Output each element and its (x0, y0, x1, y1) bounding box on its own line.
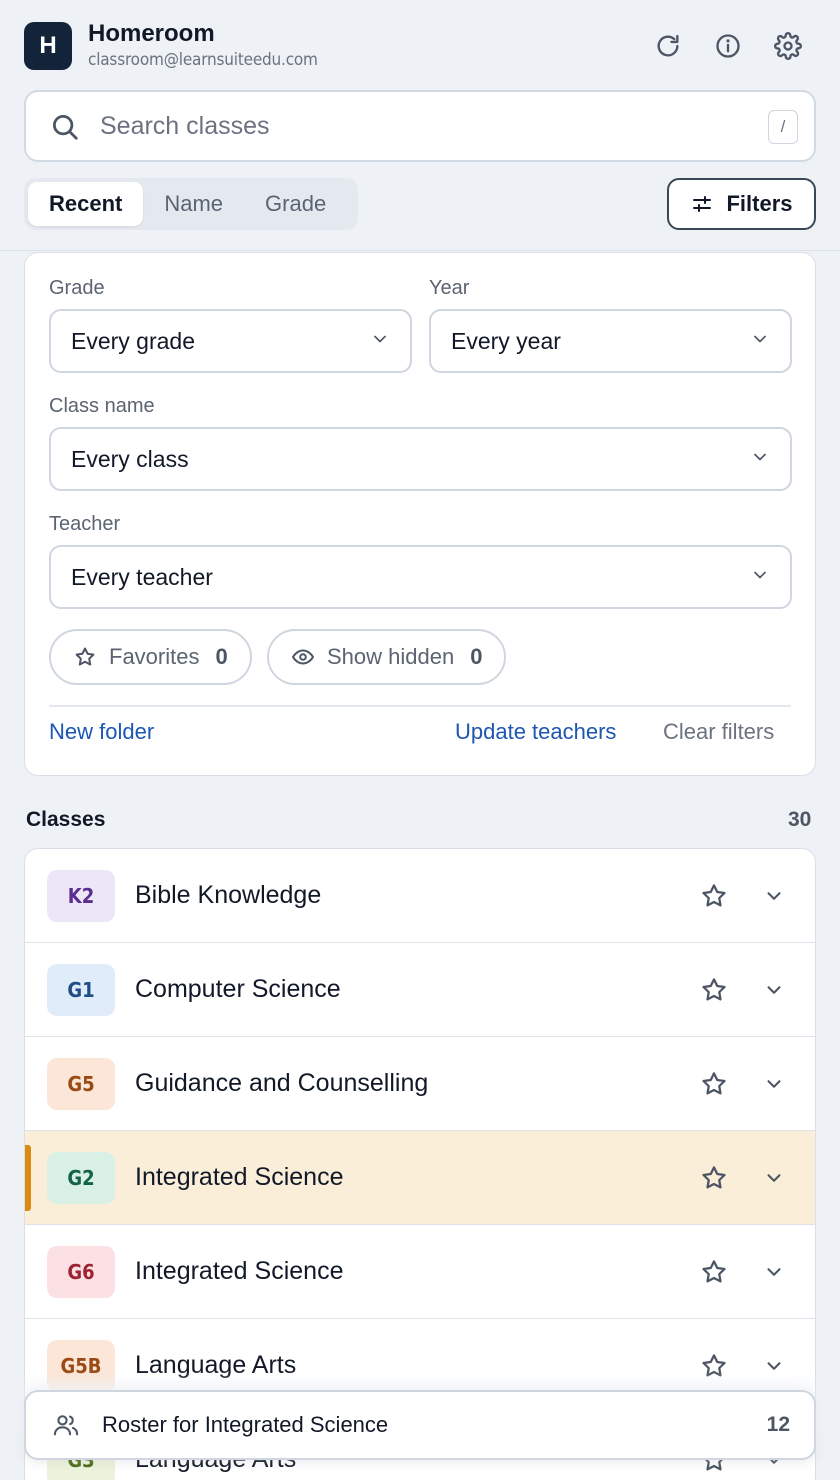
favorite-star-button[interactable] (699, 881, 729, 916)
chevron-down-icon (767, 892, 781, 900)
refresh-button[interactable] (652, 30, 684, 62)
class-row[interactable]: G1 Computer Science (25, 943, 815, 1037)
chevron-down-icon (767, 1362, 781, 1370)
class-name: Language Arts (135, 1351, 297, 1379)
favorite-star-button[interactable] (699, 1069, 729, 1104)
search-input[interactable] (100, 106, 740, 146)
roster-label: Roster for Integrated Science (102, 1412, 389, 1437)
chevron-down-icon (767, 1174, 781, 1182)
expand-button[interactable] (763, 1261, 785, 1288)
class-row[interactable]: G6 Integrated Science (25, 1225, 815, 1319)
info-icon (716, 34, 740, 58)
year-label: Year (429, 277, 470, 299)
favorites-label: Favorites (109, 644, 200, 669)
expand-button[interactable] (763, 1073, 785, 1100)
teacher-select-value: Every teacher (71, 563, 213, 590)
year-select-value: Every year (451, 327, 561, 354)
app-logo: H (24, 22, 72, 70)
star-icon (702, 1354, 726, 1377)
classes-count: 30 (788, 808, 812, 831)
teacher-label: Teacher (49, 513, 121, 535)
sort-tabs: Recent Name Grade (24, 178, 358, 230)
grade-select-value: Every grade (71, 327, 196, 354)
chevron-down-icon (370, 328, 390, 355)
search-icon (50, 112, 80, 147)
chevron-down-icon (767, 1080, 781, 1088)
chevron-down-icon (767, 986, 781, 994)
star-icon (702, 1260, 726, 1283)
grade-label: Grade (49, 277, 105, 299)
show-hidden-label: Show hidden (327, 644, 455, 669)
grade-badge: G1 (47, 963, 115, 1016)
favorite-star-button[interactable] (699, 1351, 729, 1386)
expand-button[interactable] (763, 885, 785, 912)
star-icon (702, 1072, 726, 1095)
header-divider (0, 250, 840, 251)
star-icon (75, 647, 95, 666)
expand-button[interactable] (763, 979, 785, 1006)
class-list: K2 Bible Knowledge G1 Computer Science G… (24, 848, 816, 1480)
app-logo-letter: H (39, 32, 57, 59)
info-button[interactable] (712, 30, 744, 62)
panel-divider (49, 705, 791, 707)
class-name-label: Class name (49, 395, 155, 417)
show-hidden-count: 0 (470, 644, 483, 669)
roster-bar[interactable]: Roster for Integrated Science 12 (24, 1390, 816, 1460)
grade-badge: G5B (47, 1339, 115, 1392)
class-row[interactable]: G5 Guidance and Counselling (25, 1037, 815, 1131)
class-name: Integrated Science (135, 1257, 344, 1285)
class-name: Bible Knowledge (135, 881, 322, 909)
grade-badge: G6 (47, 1245, 115, 1298)
filters-button-label: Filters (726, 191, 793, 216)
expand-button[interactable] (763, 1355, 785, 1382)
refresh-icon (657, 34, 679, 57)
grade-badge: K2 (47, 869, 115, 922)
update-teachers-link[interactable]: Update teachers (455, 719, 616, 745)
settings-button[interactable] (772, 30, 804, 62)
class-name-select-value: Every class (71, 445, 189, 472)
class-name: Integrated Science (135, 1163, 344, 1191)
show-hidden-toggle[interactable]: Show hidden 0 (267, 629, 507, 685)
class-name-select[interactable]: Every class (49, 427, 792, 491)
tab-recent[interactable]: Recent (28, 182, 144, 226)
favorite-star-button[interactable] (699, 975, 729, 1010)
gear-icon (774, 32, 802, 60)
chevron-down-icon (750, 564, 770, 591)
favorites-toggle[interactable]: Favorites 0 (49, 629, 252, 685)
favorite-star-button[interactable] (699, 1163, 729, 1198)
tab-grade[interactable]: Grade (244, 182, 347, 226)
grade-select[interactable]: Every grade (49, 309, 412, 373)
users-icon (53, 1415, 79, 1436)
favorite-star-button[interactable] (699, 1257, 729, 1292)
account-email: classroom@learnsuiteedu.com (88, 50, 318, 70)
class-row-selected[interactable]: G2 Integrated Science (25, 1131, 815, 1225)
search-box[interactable]: / (24, 90, 816, 162)
grade-badge: G5 (47, 1057, 115, 1110)
class-row[interactable]: K2 Bible Knowledge (25, 849, 815, 943)
sliders-icon (693, 196, 712, 212)
new-folder-link[interactable]: New folder (49, 719, 154, 745)
expand-button[interactable] (763, 1167, 785, 1194)
classes-section-title: Classes (26, 808, 106, 831)
star-icon (702, 884, 726, 907)
filter-panel: Grade Every grade Year Every year Class … (24, 252, 816, 776)
filters-button[interactable]: Filters (667, 178, 816, 230)
teacher-select[interactable]: Every teacher (49, 545, 792, 609)
grade-badge: G2 (47, 1151, 115, 1204)
star-icon (702, 1166, 726, 1189)
app-title: Homeroom (88, 20, 215, 47)
tab-name[interactable]: Name (143, 182, 244, 226)
class-name: Guidance and Counselling (135, 1069, 429, 1097)
year-select[interactable]: Every year (429, 309, 792, 373)
chevron-down-icon (750, 328, 770, 355)
eye-icon (292, 649, 314, 665)
clear-filters-link[interactable]: Clear filters (663, 719, 774, 745)
keyboard-shortcut-hint: / (768, 110, 798, 144)
favorites-count: 0 (215, 644, 228, 669)
roster-count: 12 (766, 1413, 790, 1436)
class-name: Computer Science (135, 975, 341, 1003)
chevron-down-icon (767, 1268, 781, 1276)
star-icon (702, 978, 726, 1001)
chevron-down-icon (750, 446, 770, 473)
